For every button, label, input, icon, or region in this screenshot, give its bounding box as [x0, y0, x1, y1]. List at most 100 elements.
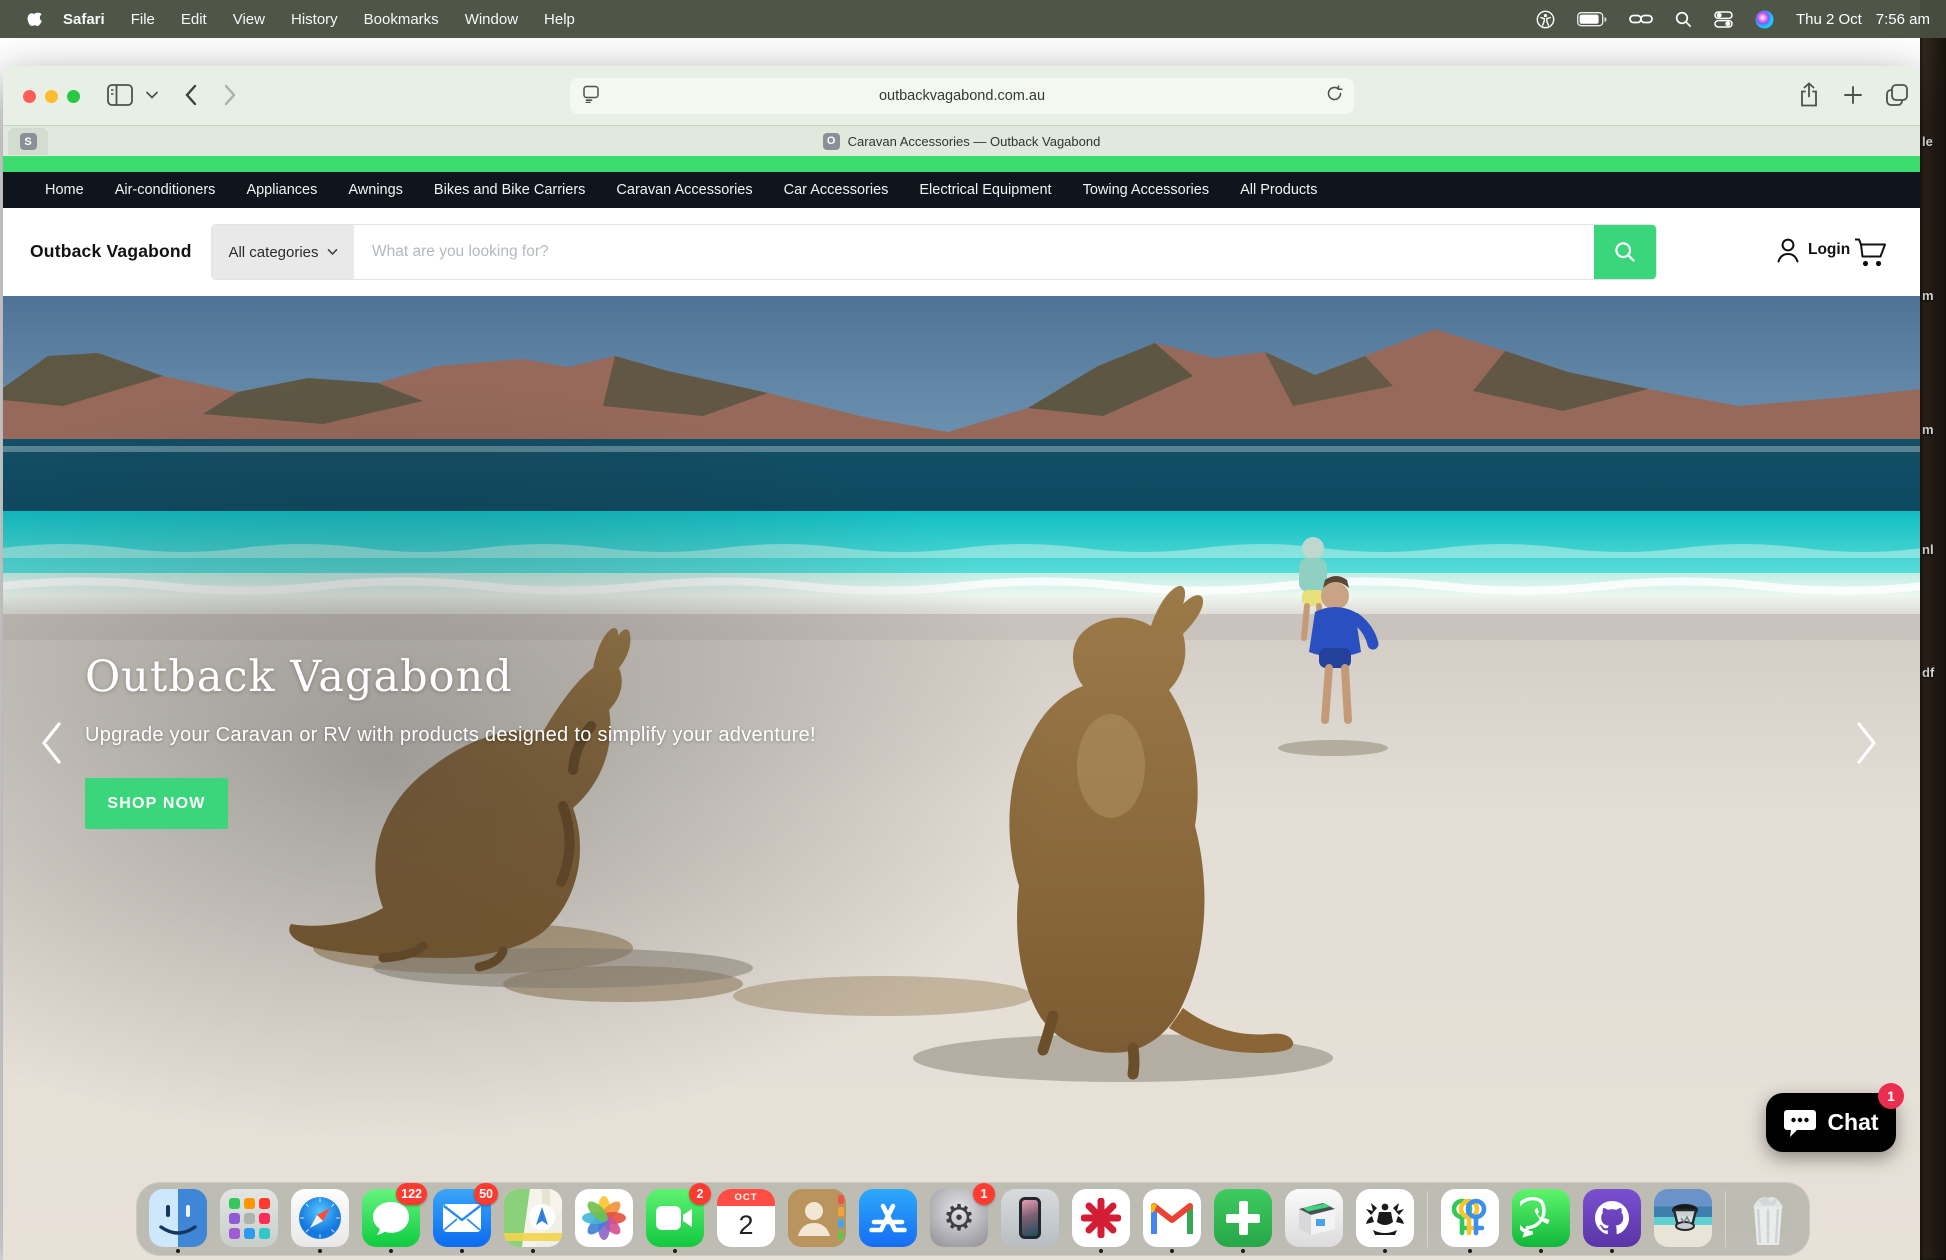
dock-app-iphone-mirroring[interactable]: [1001, 1186, 1059, 1252]
dock-app-mygov[interactable]: [1356, 1186, 1414, 1252]
running-indicator: [389, 1249, 393, 1253]
new-tab-icon[interactable]: [1843, 85, 1863, 105]
dock-app-safari[interactable]: [291, 1186, 349, 1252]
menu-item-help[interactable]: Help: [531, 11, 588, 28]
nav-appliances[interactable]: Appliances: [246, 182, 317, 198]
address-bar[interactable]: outbackvagabond.com.au: [569, 77, 1355, 115]
desktop-icon-label-fragment[interactable]: m: [1922, 288, 1946, 303]
menu-item-view[interactable]: View: [220, 11, 278, 28]
nav-towing-accessories[interactable]: Towing Accessories: [1083, 182, 1210, 198]
dock-app-launchpad[interactable]: [220, 1186, 278, 1252]
nav-car-accessories[interactable]: Car Accessories: [784, 182, 889, 198]
dock-app-maps[interactable]: [504, 1186, 562, 1252]
url-text[interactable]: outbackvagabond.com.au: [569, 88, 1355, 104]
sidebar-toggle-button[interactable]: [107, 83, 133, 107]
dock-app-finder[interactable]: [149, 1186, 207, 1252]
reload-icon[interactable]: [1326, 85, 1343, 107]
dock-app-red-pinwheel[interactable]: [1072, 1186, 1130, 1252]
menu-item-window[interactable]: Window: [452, 11, 531, 28]
dock-app-preview[interactable]: [1654, 1186, 1712, 1252]
carousel-next-button[interactable]: [1855, 720, 1879, 771]
active-tab[interactable]: O Caravan Accessories — Outback Vagabond: [3, 126, 1920, 156]
menu-item-edit[interactable]: Edit: [168, 11, 220, 28]
dock-app-messages[interactable]: 122: [362, 1186, 420, 1252]
running-indicator: [176, 1249, 180, 1253]
search-icon[interactable]: [1675, 11, 1692, 28]
menu-bar-time[interactable]: 7:56 am: [1876, 11, 1930, 28]
hotspot-icon[interactable]: [1629, 11, 1653, 27]
desktop-icon-label-fragment[interactable]: df: [1922, 665, 1946, 680]
category-dropdown-label: All categories: [228, 244, 318, 261]
nav-bikes[interactable]: Bikes and Bike Carriers: [434, 182, 586, 198]
dock-app-whatsapp[interactable]: [1512, 1186, 1570, 1252]
dock-app-github[interactable]: [1583, 1186, 1641, 1252]
login-label: Login: [1808, 241, 1850, 259]
accessibility-icon[interactable]: [1536, 10, 1555, 29]
nav-home[interactable]: Home: [45, 182, 84, 198]
cart-button[interactable]: [1853, 236, 1889, 273]
menu-item-bookmarks[interactable]: Bookmarks: [351, 11, 452, 28]
zoom-window-button[interactable]: [67, 90, 80, 103]
dock-app-mail[interactable]: 50: [433, 1186, 491, 1252]
share-icon[interactable]: [1799, 82, 1819, 108]
desktop-icon-label-fragment[interactable]: nl: [1922, 542, 1946, 557]
sidebar-chevron-down-icon[interactable]: [145, 90, 159, 100]
login-button[interactable]: Login: [1775, 236, 1850, 264]
search-input[interactable]: [354, 225, 1594, 279]
desktop-icon-label-fragment[interactable]: m: [1922, 422, 1946, 437]
menu-bar-date[interactable]: Thu 2 Oct: [1796, 11, 1862, 28]
hero-title: Outback Vagabond: [85, 652, 513, 702]
dock-app-green-cross[interactable]: [1214, 1186, 1272, 1252]
battery-icon[interactable]: [1577, 12, 1607, 27]
tab-overview-icon[interactable]: [1885, 83, 1909, 107]
forward-button[interactable]: [223, 83, 238, 107]
nav-all-products[interactable]: All Products: [1240, 182, 1317, 198]
nav-air-conditioners[interactable]: Air-conditioners: [115, 182, 216, 198]
search-button[interactable]: [1594, 225, 1656, 279]
dock-app-photos[interactable]: [575, 1186, 633, 1252]
running-indicator: [318, 1249, 322, 1253]
hero-carousel: Outback Vagabond Upgrade your Caravan or…: [3, 296, 1920, 1260]
category-dropdown[interactable]: All categories: [212, 225, 354, 279]
dock-app-gmail[interactable]: [1143, 1186, 1201, 1252]
site-logo[interactable]: Outback Vagabond: [30, 241, 192, 262]
site-navigation: Home Air-conditioners Appliances Awnings…: [3, 172, 1920, 208]
dock-app-scanner[interactable]: [1285, 1186, 1343, 1252]
menu-item-history[interactable]: History: [278, 11, 351, 28]
nav-awnings[interactable]: Awnings: [348, 182, 403, 198]
safari-toolbar: outbackvagabond.com.au: [3, 66, 1920, 125]
apple-menu-icon[interactable]: [20, 8, 50, 31]
notification-badge: 122: [396, 1183, 427, 1205]
shop-now-button[interactable]: SHOP NOW: [85, 778, 228, 829]
running-indicator: [1241, 1249, 1245, 1253]
menu-item-safari[interactable]: Safari: [50, 11, 118, 28]
dock-app-contacts[interactable]: [788, 1186, 846, 1252]
control-center-icon[interactable]: [1714, 11, 1733, 28]
back-button[interactable]: [183, 83, 198, 107]
hero-subtitle: Upgrade your Caravan or RV with products…: [85, 724, 816, 747]
dock: 122 50: [136, 1182, 1810, 1256]
notification-badge: 2: [689, 1183, 711, 1205]
nav-electrical-equipment[interactable]: Electrical Equipment: [919, 182, 1051, 198]
calendar-day: 2: [717, 1206, 775, 1244]
running-indicator: [1610, 1249, 1614, 1253]
siri-icon[interactable]: [1755, 10, 1774, 29]
nav-caravan-accessories[interactable]: Caravan Accessories: [616, 182, 752, 198]
chevron-down-icon: [327, 248, 338, 256]
menu-item-file[interactable]: File: [118, 11, 168, 28]
carousel-prev-button[interactable]: [39, 720, 63, 771]
desktop-icon-label-fragment[interactable]: le: [1922, 134, 1946, 149]
close-window-button[interactable]: [23, 90, 36, 103]
dock-trash[interactable]: [1739, 1186, 1797, 1252]
dock-app-system-settings[interactable]: ⚙ 1: [930, 1186, 988, 1252]
minimize-window-button[interactable]: [45, 90, 58, 103]
dock-separator: [1427, 1191, 1428, 1247]
plus-icon: [1226, 1201, 1260, 1235]
dock-app-app-store[interactable]: [859, 1186, 917, 1252]
chat-widget-button[interactable]: Chat 1: [1766, 1093, 1896, 1152]
hero-scrim: [3, 296, 1920, 1260]
dock-app-passwords[interactable]: [1441, 1186, 1499, 1252]
dock-app-facetime[interactable]: 2: [646, 1186, 704, 1252]
dock-app-calendar[interactable]: OCT 2: [717, 1186, 775, 1252]
safari-tab-bar: S O Caravan Accessories — Outback Vagabo…: [3, 125, 1920, 156]
